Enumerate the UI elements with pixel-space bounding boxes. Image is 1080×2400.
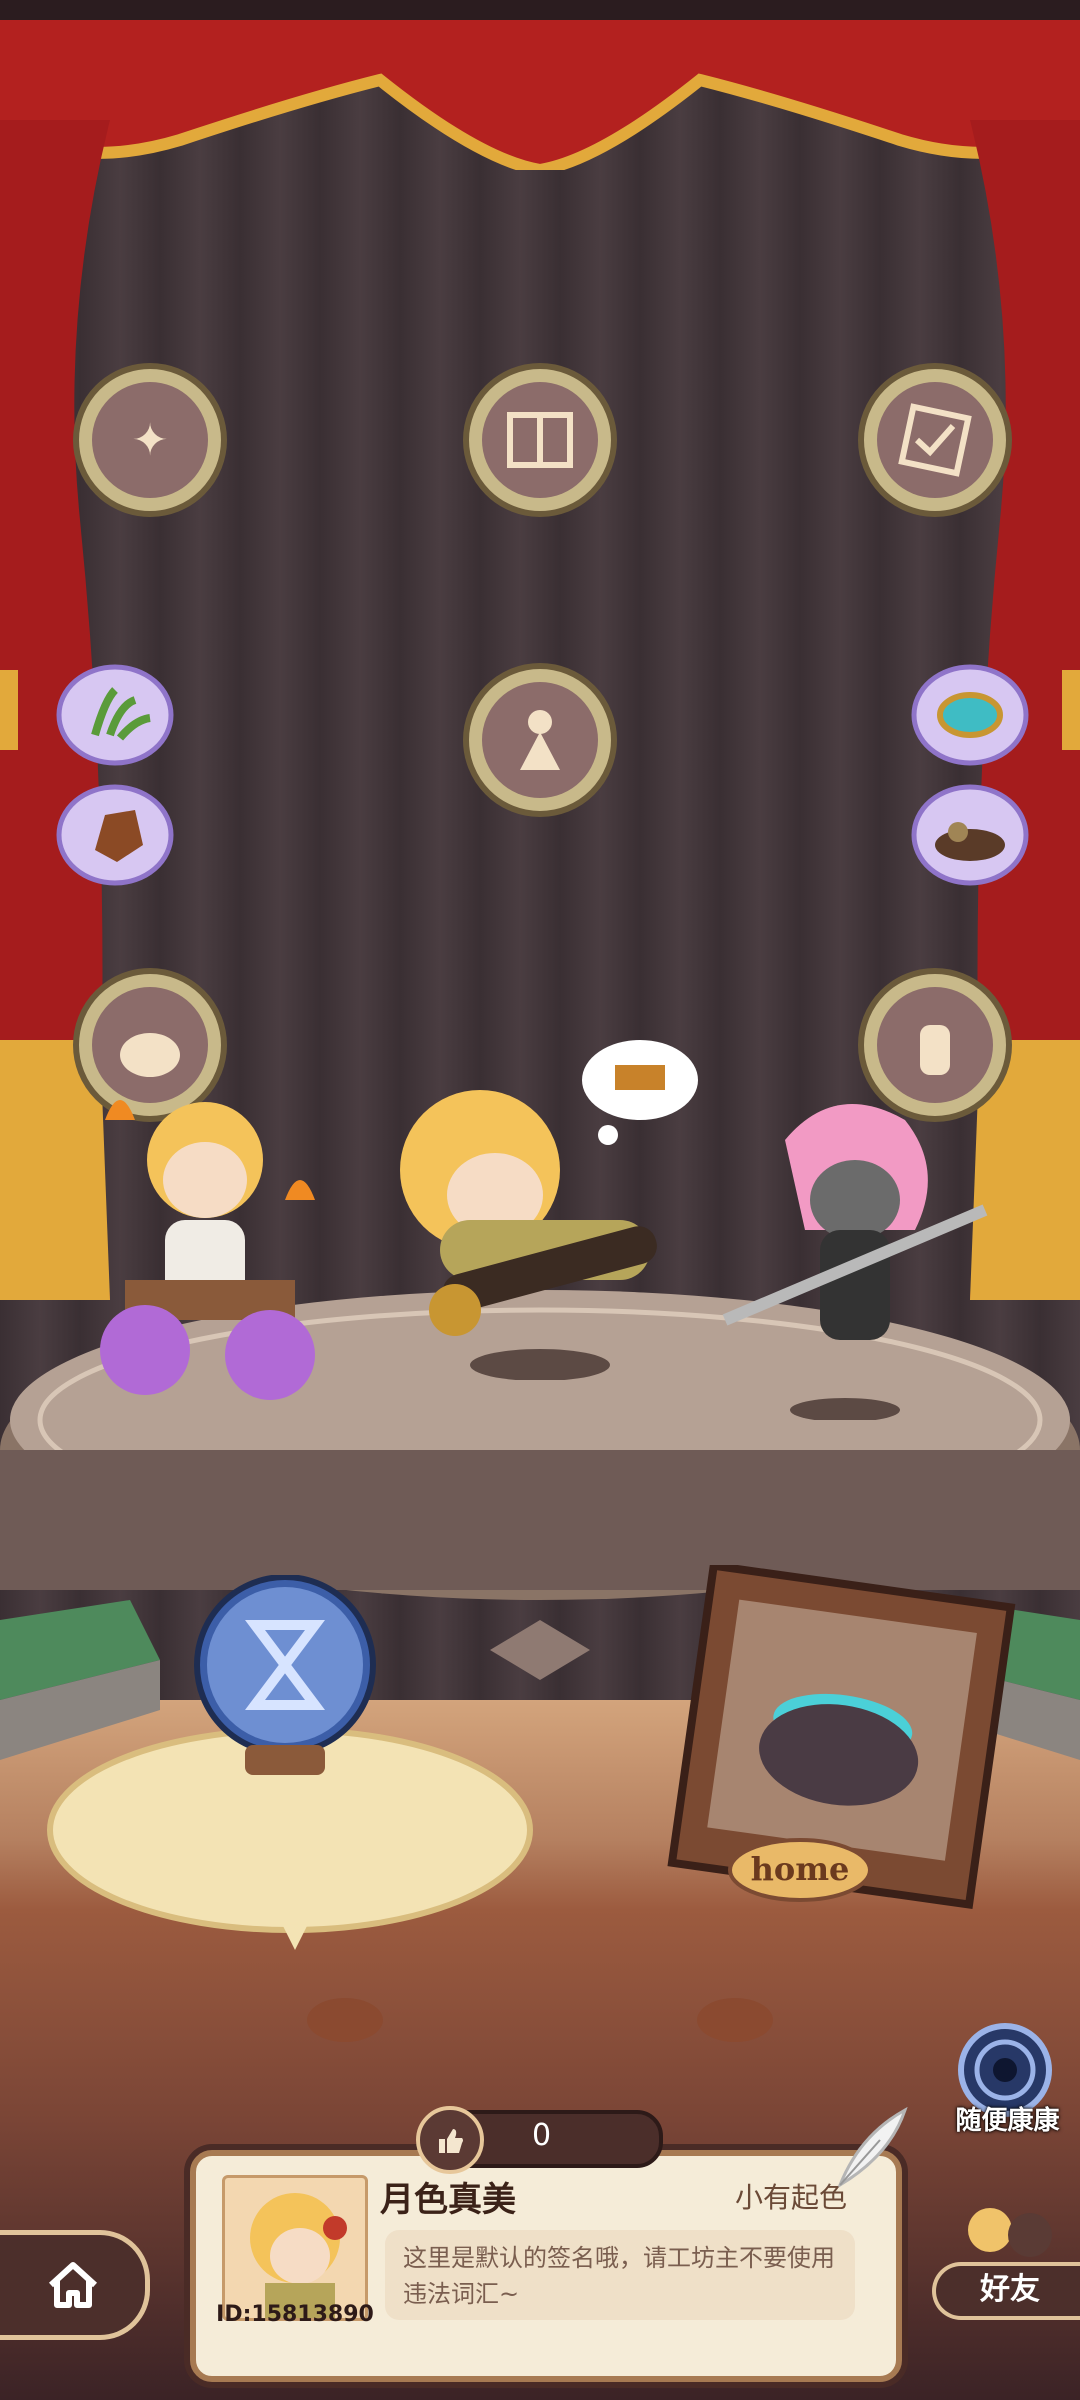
wooden-knob-left	[307, 1998, 383, 2042]
player-name: 月色真美	[380, 2180, 516, 2220]
fairy-medallion-icon[interactable]	[460, 660, 620, 820]
sword-character[interactable]	[715, 1080, 1005, 1420]
telescope-character[interactable]	[360, 1020, 700, 1380]
home-icon	[48, 2262, 97, 2308]
dirt-bubble-icon[interactable]	[910, 780, 1030, 890]
like-bar[interactable]: 0	[416, 2106, 663, 2174]
ornament-medallion-icon[interactable]: ✦	[70, 360, 230, 520]
home-frame-button[interactable]: home	[660, 1565, 1020, 1925]
friends-button[interactable]: 好友	[932, 2262, 1080, 2320]
theater-stage: ✦ home 随便康康 0 ID:15813890 月色真美 小有起色 这里是默…	[0, 0, 1080, 2400]
book-medallion-icon[interactable]	[460, 360, 620, 520]
curtain-valance	[0, 20, 1080, 170]
home-button[interactable]	[0, 2230, 150, 2340]
wheelchair-character[interactable]	[95, 1080, 335, 1420]
home-frame-label: home	[751, 1850, 850, 1888]
visit-random-label[interactable]: 随便康康	[935, 2100, 1080, 2137]
ore-bubble-icon[interactable]	[55, 780, 175, 890]
crystal-ball-button[interactable]	[185, 1575, 385, 1775]
certificate-medallion-icon[interactable]	[855, 360, 1015, 520]
player-id: ID:15813890	[216, 2302, 374, 2327]
svg-text:✦: ✦	[132, 415, 169, 466]
like-count: 0	[531, 2118, 552, 2153]
wooden-knob-right	[697, 1998, 773, 2042]
avatar[interactable]	[222, 2175, 368, 2321]
herb-bubble-icon[interactable]	[55, 660, 175, 770]
mirror-bubble-icon[interactable]	[910, 660, 1030, 770]
signature-text[interactable]: 这里是默认的签名哦，请工坊主不要使用违法词汇~	[385, 2230, 855, 2320]
player-title: 小有起色	[735, 2181, 848, 2214]
